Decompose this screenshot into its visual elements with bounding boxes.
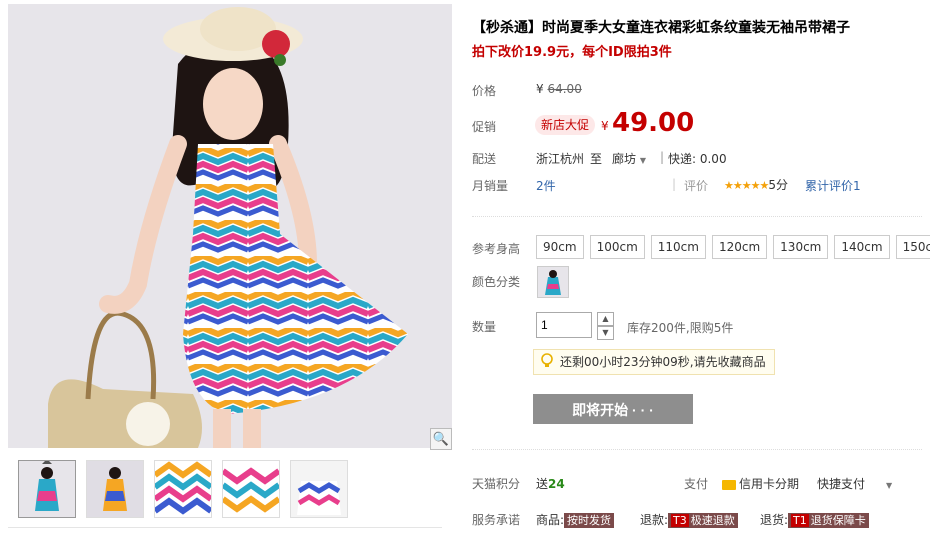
review-divider: | [672, 177, 677, 191]
service-return-tag[interactable]: T1 退货保障卡 [788, 513, 869, 528]
lightbulb-icon [541, 353, 553, 367]
size-option[interactable]: 110cm [650, 235, 706, 259]
payment-more-icon[interactable]: ▼ [886, 477, 892, 491]
quantity-input[interactable] [536, 312, 592, 338]
promo-badge: 新店大促 [535, 115, 596, 135]
thumbnail-divider [8, 527, 442, 528]
thumbnail-5[interactable] [290, 460, 348, 518]
credit-installment[interactable]: 信用卡分期 [722, 475, 799, 492]
shipping-from: 浙江杭州 [536, 152, 585, 166]
divider-2 [472, 449, 922, 451]
shipping-label: 配送 [472, 152, 497, 166]
thumbnail-strip [18, 460, 348, 518]
service-label: 服务承诺 [472, 513, 521, 527]
quick-pay[interactable]: 快捷支付 [817, 475, 865, 492]
stock-info: 库存200件,限购5件 [627, 321, 734, 335]
size-option[interactable]: 120cm [711, 235, 768, 259]
thumbnail-3[interactable] [154, 460, 212, 518]
review-count-link[interactable]: 累计评价1 [805, 177, 861, 194]
size-option[interactable]: 130cm [773, 235, 829, 259]
countdown-tip: 还剩00小时23分钟09秒,请先收藏商品 [533, 349, 775, 375]
service-goods-tag[interactable]: 按时发货 [564, 513, 615, 528]
service-goods: 商品: 按时发货 [536, 511, 615, 528]
size-option[interactable]: 140cm [834, 235, 890, 259]
shipping-divider: | [660, 150, 665, 164]
main-product-image[interactable] [8, 4, 452, 448]
promo-price: 49.00 [612, 108, 695, 138]
size-option[interactable]: 100cm [589, 235, 645, 259]
product-title: 【秒杀通】时尚夏季大女童连衣裙彩虹条纹童装无袖吊带裙子 [472, 20, 850, 36]
monthly-sales-label: 月销量 [472, 179, 509, 193]
review-rating[interactable]: ★★★★★5分 [724, 176, 788, 193]
product-subtitle: 拍下改价19.9元，每个ID限拍3件 [472, 45, 672, 60]
size-option[interactable]: 90cm [536, 235, 584, 259]
divider-1 [472, 216, 922, 218]
thumbnail-4[interactable] [222, 460, 280, 518]
quantity-increase-icon[interactable]: ▲ [597, 312, 614, 326]
color-label: 颜色分类 [472, 275, 521, 289]
points-value: 送24 [536, 477, 565, 491]
size-label: 参考身高 [472, 242, 521, 256]
coming-soon-button[interactable]: 即将开始 · · · [533, 394, 693, 424]
original-price: ¥ 64.00 [536, 82, 582, 96]
zoom-icon[interactable]: 🔍 [430, 428, 452, 450]
review-label: 评价 [684, 179, 709, 193]
price-label: 价格 [472, 84, 497, 98]
chevron-down-icon: ▼ [639, 156, 646, 165]
thumbnail-1[interactable] [18, 460, 76, 518]
thumbnail-2[interactable] [86, 460, 144, 518]
promo-currency: ¥ [601, 119, 609, 133]
promo-label: 促销 [472, 120, 497, 134]
service-refund-tag[interactable]: T3 极速退款 [668, 513, 738, 528]
credit-card-icon [722, 479, 736, 490]
size-option[interactable]: 150cm [895, 235, 930, 259]
service-refund: 退款: T3 极速退款 [640, 511, 738, 528]
points-label: 天猫积分 [472, 477, 521, 491]
shipping-to-word: 至 [590, 152, 603, 166]
quantity-label: 数量 [472, 320, 497, 334]
size-options: 90cm 100cm 110cm 120cm 130cm 140cm 150cm [536, 235, 930, 259]
service-return: 退货: T1 退货保障卡 [760, 511, 869, 528]
monthly-sales-value: 2件 [536, 179, 556, 193]
quantity-decrease-icon[interactable]: ▼ [597, 326, 614, 340]
shipping-express: 快递: 0.00 [668, 152, 727, 166]
star-rating-icon: ★★★★★ [724, 179, 769, 192]
payment-label: 支付 [684, 477, 709, 491]
color-swatch[interactable] [537, 266, 569, 298]
shipping-destination[interactable]: 廊坊 ▼ [612, 150, 646, 167]
